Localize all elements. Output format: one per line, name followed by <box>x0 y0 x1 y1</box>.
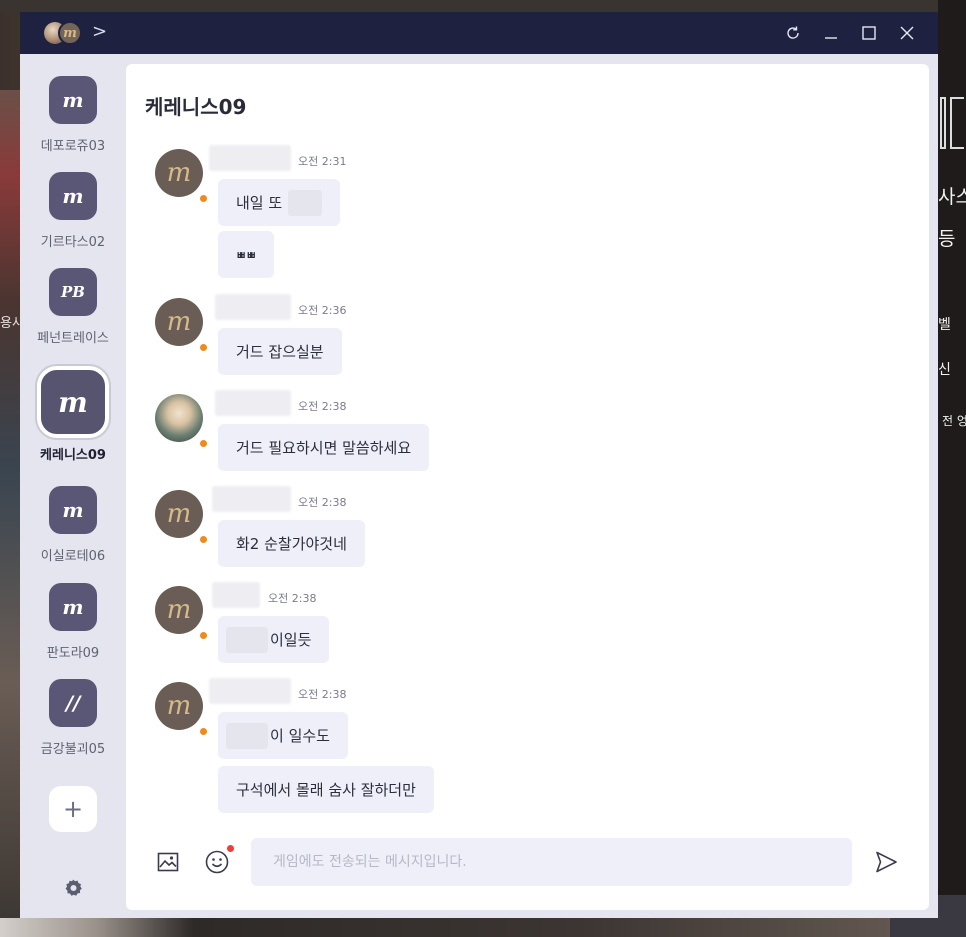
gear-icon <box>65 879 82 896</box>
user-avatar[interactable]: m <box>155 682 203 730</box>
background-text: 벨 <box>938 317 951 333</box>
background-top-strip <box>0 0 966 12</box>
background-text: 사스 <box>938 186 966 208</box>
redacted-text <box>226 626 268 653</box>
message-input[interactable] <box>251 838 852 886</box>
server-item-kerenis09[interactable]: m 케레니스09 <box>20 366 126 463</box>
username-redacted[interactable] <box>209 678 291 704</box>
title-bar[interactable]: m > <box>20 12 938 54</box>
username-redacted[interactable] <box>215 390 291 416</box>
username-redacted[interactable] <box>212 486 291 512</box>
user-avatar[interactable] <box>155 394 203 442</box>
message-time: 오전 2:38 <box>268 592 317 605</box>
user-avatar[interactable]: m <box>155 586 203 634</box>
message-time: 오전 2:31 <box>298 155 347 168</box>
image-icon <box>157 852 179 872</box>
background-text: 신 <box>938 362 951 378</box>
message-bubble: 내일 또 <box>218 179 341 226</box>
user-avatar[interactable]: m <box>155 490 203 538</box>
background-bottom-strip <box>0 918 966 937</box>
refresh-icon <box>787 26 799 39</box>
message-text: 이일듯 <box>270 631 312 649</box>
message-text: 이 일수도 <box>270 727 330 745</box>
server-label: 케레니스09 <box>40 448 106 463</box>
close-icon <box>900 26 914 40</box>
online-status-dot <box>200 195 207 202</box>
chat-panel: 케레니스09 m 오전 2:31 내일 또 ㅃㅃ m 오전 2:36 거드 잡으… <box>126 64 929 910</box>
server-item-isilote06[interactable]: m 이실로테06 <box>20 486 126 564</box>
image-upload-button[interactable] <box>156 850 180 874</box>
server-label: 금강불괴05 <box>40 742 106 757</box>
server-item-gireutaseu02[interactable]: m 기르타스02 <box>20 172 126 250</box>
online-status-dot <box>200 536 207 543</box>
emoji-button[interactable] <box>204 849 230 875</box>
username-redacted[interactable] <box>212 582 260 608</box>
server-icon: m <box>49 76 97 124</box>
chevron-right-icon[interactable]: > <box>92 21 107 42</box>
brand-avatar[interactable]: m <box>58 21 82 45</box>
message-time: 오전 2:38 <box>298 400 347 413</box>
message-bubble: ㅃㅃ <box>218 231 275 278</box>
minimize-icon <box>825 37 837 39</box>
add-server-button[interactable]: + <box>49 786 97 832</box>
emoji-icon <box>205 850 229 874</box>
settings-button[interactable] <box>61 876 85 900</box>
channel-title: 케레니스09 <box>145 95 247 119</box>
server-item-deporoju03[interactable]: m 데포로쥬03 <box>20 76 126 154</box>
send-icon <box>876 851 897 873</box>
message-time: 오전 2:36 <box>298 304 347 317</box>
background-right-strip: 사스 등 벨 신 전 엉 <box>938 0 966 937</box>
message-bubble: 거드 필요하시면 말씀하세요 <box>218 424 430 471</box>
server-sidebar: m 데포로쥬03 m 기르타스02 PB 페넌트레이스 m 케레니스09 m 이… <box>20 54 126 918</box>
online-status-dot <box>200 632 207 639</box>
message-bubble: 구석에서 몰래 숨사 잘하더만 <box>218 766 434 813</box>
server-icon: PB <box>49 268 97 316</box>
user-avatar[interactable]: m <box>155 298 203 346</box>
server-item-geumgang05[interactable]: // 금강불괴05 <box>20 679 126 757</box>
message-text: 내일 또 <box>236 194 283 212</box>
server-icon: m <box>49 172 97 220</box>
server-label: 이실로테06 <box>40 549 106 564</box>
message-time: 오전 2:38 <box>298 688 347 701</box>
server-icon: m <box>49 486 97 534</box>
send-button[interactable] <box>873 849 899 875</box>
message-bubble: 이 일수도 <box>218 712 348 759</box>
server-icon: m <box>49 583 97 631</box>
username-redacted[interactable] <box>215 294 291 320</box>
background-frame <box>950 97 964 149</box>
server-icon: // <box>49 679 97 727</box>
online-status-dot <box>200 344 207 351</box>
message-bubble: 거드 잡으실분 <box>218 328 342 375</box>
server-item-pennant-race[interactable]: PB 페넌트레이스 <box>20 268 126 346</box>
background-left-strip <box>0 90 22 937</box>
online-status-dot <box>200 440 207 447</box>
server-label: 기르타스02 <box>40 235 106 250</box>
server-label: 판도라09 <box>46 646 100 661</box>
chat-window: m > m 데포로쥬03 m 기르타스02 PB 페넌트레이스 m 케레니스09… <box>20 12 938 918</box>
message-time: 오전 2:38 <box>298 496 347 509</box>
maximize-button[interactable] <box>850 12 888 54</box>
redacted-text <box>288 189 323 216</box>
server-icon: m <box>37 366 109 438</box>
server-label: 데포로쥬03 <box>40 139 106 154</box>
refresh-button[interactable] <box>774 12 812 54</box>
online-status-dot <box>200 728 207 735</box>
server-label: 페넌트레이스 <box>37 331 109 346</box>
message-composer <box>126 837 929 887</box>
message-bubble: 이일듯 <box>218 616 330 663</box>
window-controls <box>774 12 926 54</box>
close-button[interactable] <box>888 12 926 54</box>
user-avatar[interactable]: m <box>155 149 203 197</box>
redacted-text <box>226 722 268 749</box>
maximize-icon <box>862 26 876 40</box>
server-item-pandora09[interactable]: m 판도라09 <box>20 583 126 661</box>
minimize-button[interactable] <box>812 12 850 54</box>
message-bubble: 화2 순찰가야것네 <box>218 520 365 567</box>
background-text: 등 <box>938 228 956 250</box>
notification-dot <box>227 845 234 852</box>
username-redacted[interactable] <box>209 145 291 171</box>
background-text: 전 엉 <box>942 414 966 428</box>
background-frame <box>940 97 946 149</box>
